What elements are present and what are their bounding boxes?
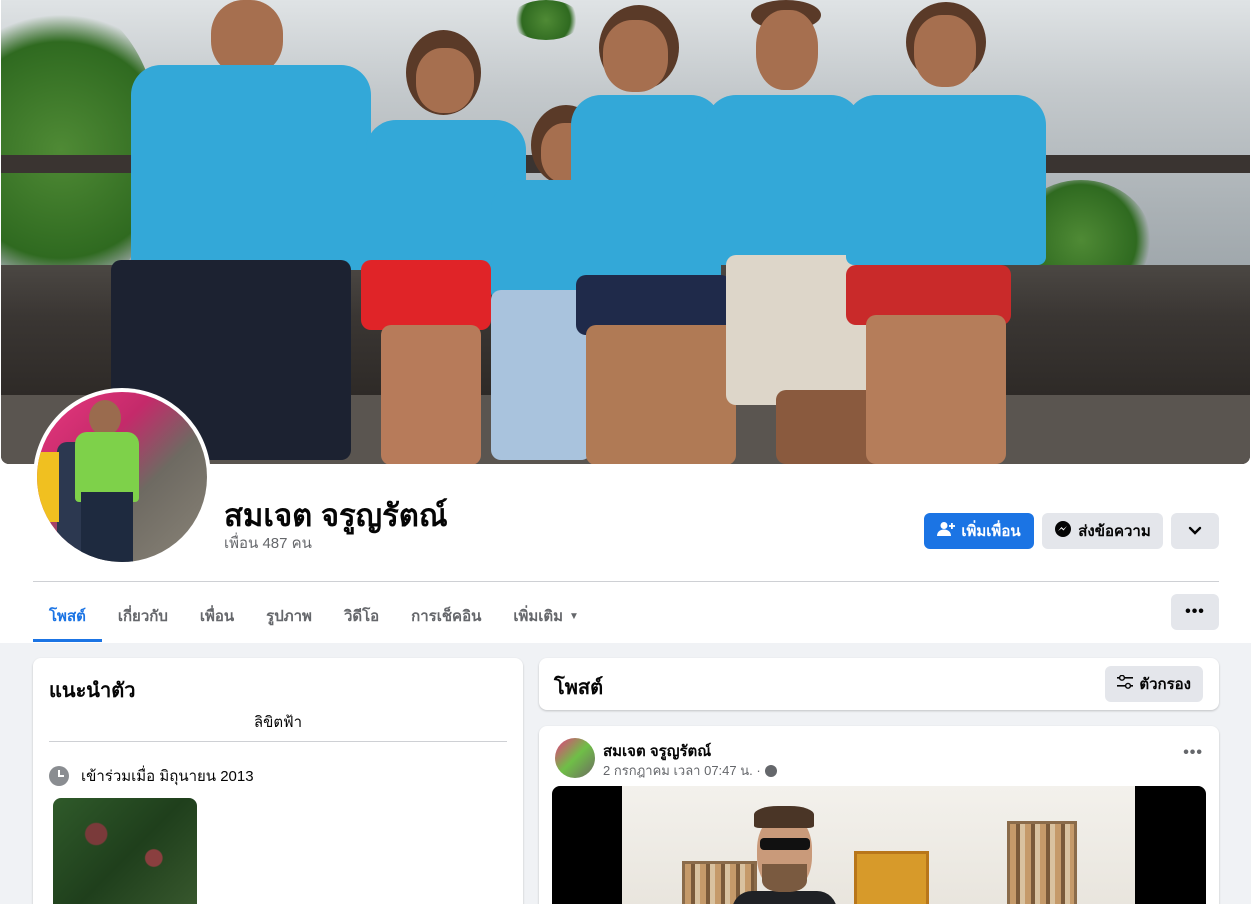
tab-checkins[interactable]: การเช็คอิน [395,590,497,642]
featured-photo[interactable] [53,798,197,904]
message-label: ส่งข้อความ [1078,523,1151,540]
tab-posts[interactable]: โพสต์ [33,590,102,642]
posts-header: โพสต์ ตัวกรอง [539,658,1219,710]
header-divider [33,581,1219,582]
joined-date: เข้าร่วมเมื่อ มิถุนายน 2013 [49,764,254,788]
joined-text: เข้าร่วมเมื่อ มิถุนายน 2013 [81,768,254,785]
tab-more-options-button[interactable]: ••• [1171,594,1219,630]
tab-friends[interactable]: เพื่อน [184,590,250,642]
filter-icon [1117,674,1134,693]
chevron-down-icon [1188,523,1202,540]
profile-options-button[interactable] [1171,513,1219,549]
tab-photos[interactable]: รูปภาพ [250,590,328,642]
tab-about[interactable]: เกี่ยวกับ [102,590,184,642]
tab-videos[interactable]: วิดีโอ [328,590,395,642]
profile-header: สมเจต จรูญรัตณ์ เพื่อน 487 คน เพิ่มเพื่อ… [0,0,1251,643]
intro-card: แนะนำตัว ลิขิตฟ้า เข้าร่วมเมื่อ มิถุนายน… [33,658,523,904]
filter-button[interactable]: ตัวกรอง [1105,666,1203,702]
add-friend-button[interactable]: เพิ่มเพื่อน [924,513,1034,549]
profile-avatar[interactable] [33,388,211,566]
add-friend-icon [937,521,956,541]
post-time[interactable]: 2 กรกฎาคม เวลา 07:47 น. · [603,760,761,781]
messenger-icon [1054,520,1072,542]
post-author-avatar[interactable] [555,738,595,778]
post-video[interactable] [552,786,1206,904]
caret-down-icon: ▼ [569,610,579,622]
tab-more[interactable]: เพิ่มเติม ▼ [497,590,595,642]
filter-label: ตัวกรอง [1139,676,1191,693]
clock-icon [49,766,69,786]
avatar [37,392,207,562]
more-horizontal-icon: ••• [1183,744,1203,761]
globe-icon [764,764,777,777]
post-meta: 2 กรกฎาคม เวลา 07:47 น. · [603,760,777,781]
message-button[interactable]: ส่งข้อความ [1042,513,1163,549]
post-card: สมเจต จรูญรัตณ์ 2 กรกฎาคม เวลา 07:47 น. … [539,726,1219,904]
add-friend-label: เพิ่มเพื่อน [961,523,1021,540]
intro-title: แนะนำตัว [49,680,136,702]
post-options-button[interactable]: ••• [1183,744,1203,762]
sunglasses [760,838,810,850]
posts-title: โพสต์ [554,677,604,699]
friend-count[interactable]: เพื่อน 487 คน [224,531,312,555]
more-horizontal-icon: ••• [1185,603,1205,620]
cover-photo[interactable] [1,0,1250,464]
intro-bio: ลิขิตฟ้า [253,714,303,731]
intro-divider [49,741,507,742]
profile-tabs: โพสต์ เกี่ยวกับ เพื่อน รูปภาพ วิดีโอ การ… [33,590,595,642]
